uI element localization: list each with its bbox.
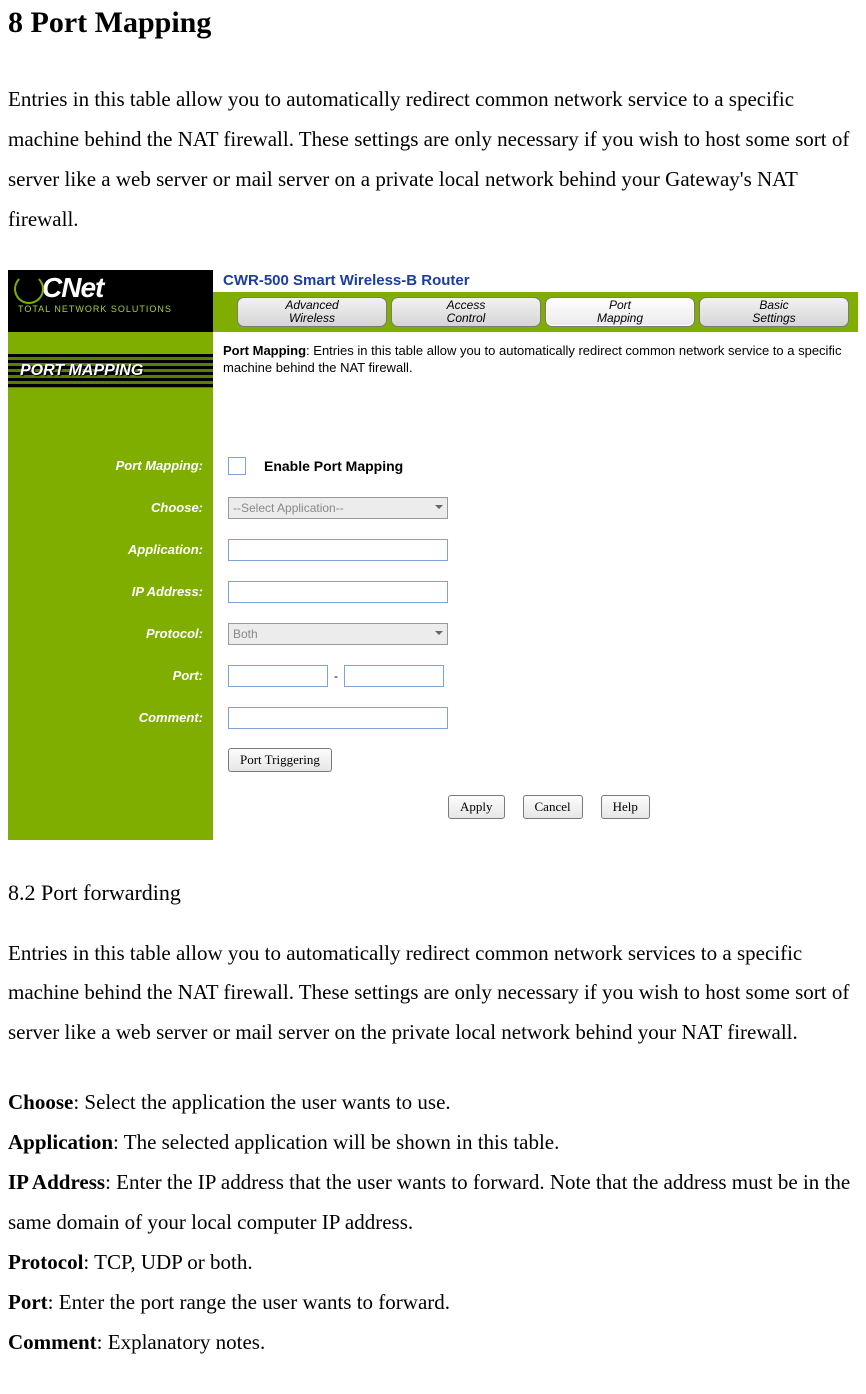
label-port: Port:	[8, 668, 213, 683]
enable-checkbox[interactable]	[228, 457, 246, 475]
tab-label-line1: Access	[447, 298, 486, 312]
logo: CNet TOTAL NETWORK SOLUTIONS	[8, 270, 213, 332]
intro-paragraph: Entries in this table allow you to autom…	[8, 80, 858, 240]
def-choose: Choose: Select the application the user …	[8, 1083, 858, 1123]
comment-input[interactable]	[228, 707, 448, 729]
tab-label-line1: Advanced	[285, 298, 338, 312]
tab-basic-settings[interactable]: Basic Settings	[699, 297, 849, 327]
def-application: Application: The selected application wi…	[8, 1123, 858, 1163]
def-comment: Comment: Explanatory notes.	[8, 1323, 858, 1363]
page-description: Port Mapping: Entries in this table allo…	[223, 342, 848, 377]
section-title: PORT MAPPING	[20, 362, 143, 380]
logo-tagline: TOTAL NETWORK SOLUTIONS	[8, 304, 213, 314]
subsection-paragraph: Entries in this table allow you to autom…	[8, 934, 858, 1054]
label-choose: Choose:	[8, 500, 213, 515]
tab-label-line1: Basic	[759, 298, 788, 312]
desc-text: : Entries in this table allow you to aut…	[223, 343, 841, 376]
port-from-input[interactable]	[228, 665, 328, 687]
desc-label: Port Mapping	[223, 343, 306, 358]
tab-port-mapping[interactable]: Port Mapping	[545, 297, 695, 327]
enable-label: Enable Port Mapping	[264, 458, 403, 474]
swirl-icon	[14, 274, 44, 304]
cancel-button[interactable]: Cancel	[523, 795, 583, 819]
tab-access-control[interactable]: Access Control	[391, 297, 541, 327]
label-protocol: Protocol:	[8, 626, 213, 641]
product-title: CWR-500 Smart Wireless-B Router	[223, 272, 470, 289]
tab-label-line1: Port	[609, 298, 631, 312]
label-comment: Comment:	[8, 710, 213, 725]
router-screenshot: CNet TOTAL NETWORK SOLUTIONS CWR-500 Sma…	[8, 270, 858, 840]
tabbar: Advanced Wireless Access Control Port Ma…	[213, 292, 858, 332]
label-ip: IP Address:	[8, 584, 213, 599]
port-separator: -	[334, 669, 338, 683]
label-port-mapping: Port Mapping:	[8, 458, 213, 473]
subsection-heading: 8.2 Port forwarding	[8, 880, 858, 906]
apply-button[interactable]: Apply	[448, 795, 505, 819]
label-application: Application:	[8, 542, 213, 557]
page-heading: 8 Port Mapping	[8, 6, 858, 40]
port-to-input[interactable]	[344, 665, 444, 687]
tab-label-line2: Control	[447, 311, 486, 325]
tab-label-line2: Wireless	[289, 311, 335, 325]
def-ip: IP Address: Enter the IP address that th…	[8, 1163, 858, 1243]
def-protocol: Protocol: TCP, UDP or both.	[8, 1243, 858, 1283]
protocol-select[interactable]: Both	[228, 623, 448, 645]
choose-select[interactable]: --Select Application--	[228, 497, 448, 519]
help-button[interactable]: Help	[601, 795, 650, 819]
application-input[interactable]	[228, 539, 448, 561]
port-triggering-button[interactable]: Port Triggering	[228, 748, 332, 772]
ip-input[interactable]	[228, 581, 448, 603]
tab-label-line2: Mapping	[597, 311, 643, 325]
tab-advanced-wireless[interactable]: Advanced Wireless	[237, 297, 387, 327]
def-port: Port: Enter the port range the user want…	[8, 1283, 858, 1323]
tab-label-line2: Settings	[752, 311, 795, 325]
